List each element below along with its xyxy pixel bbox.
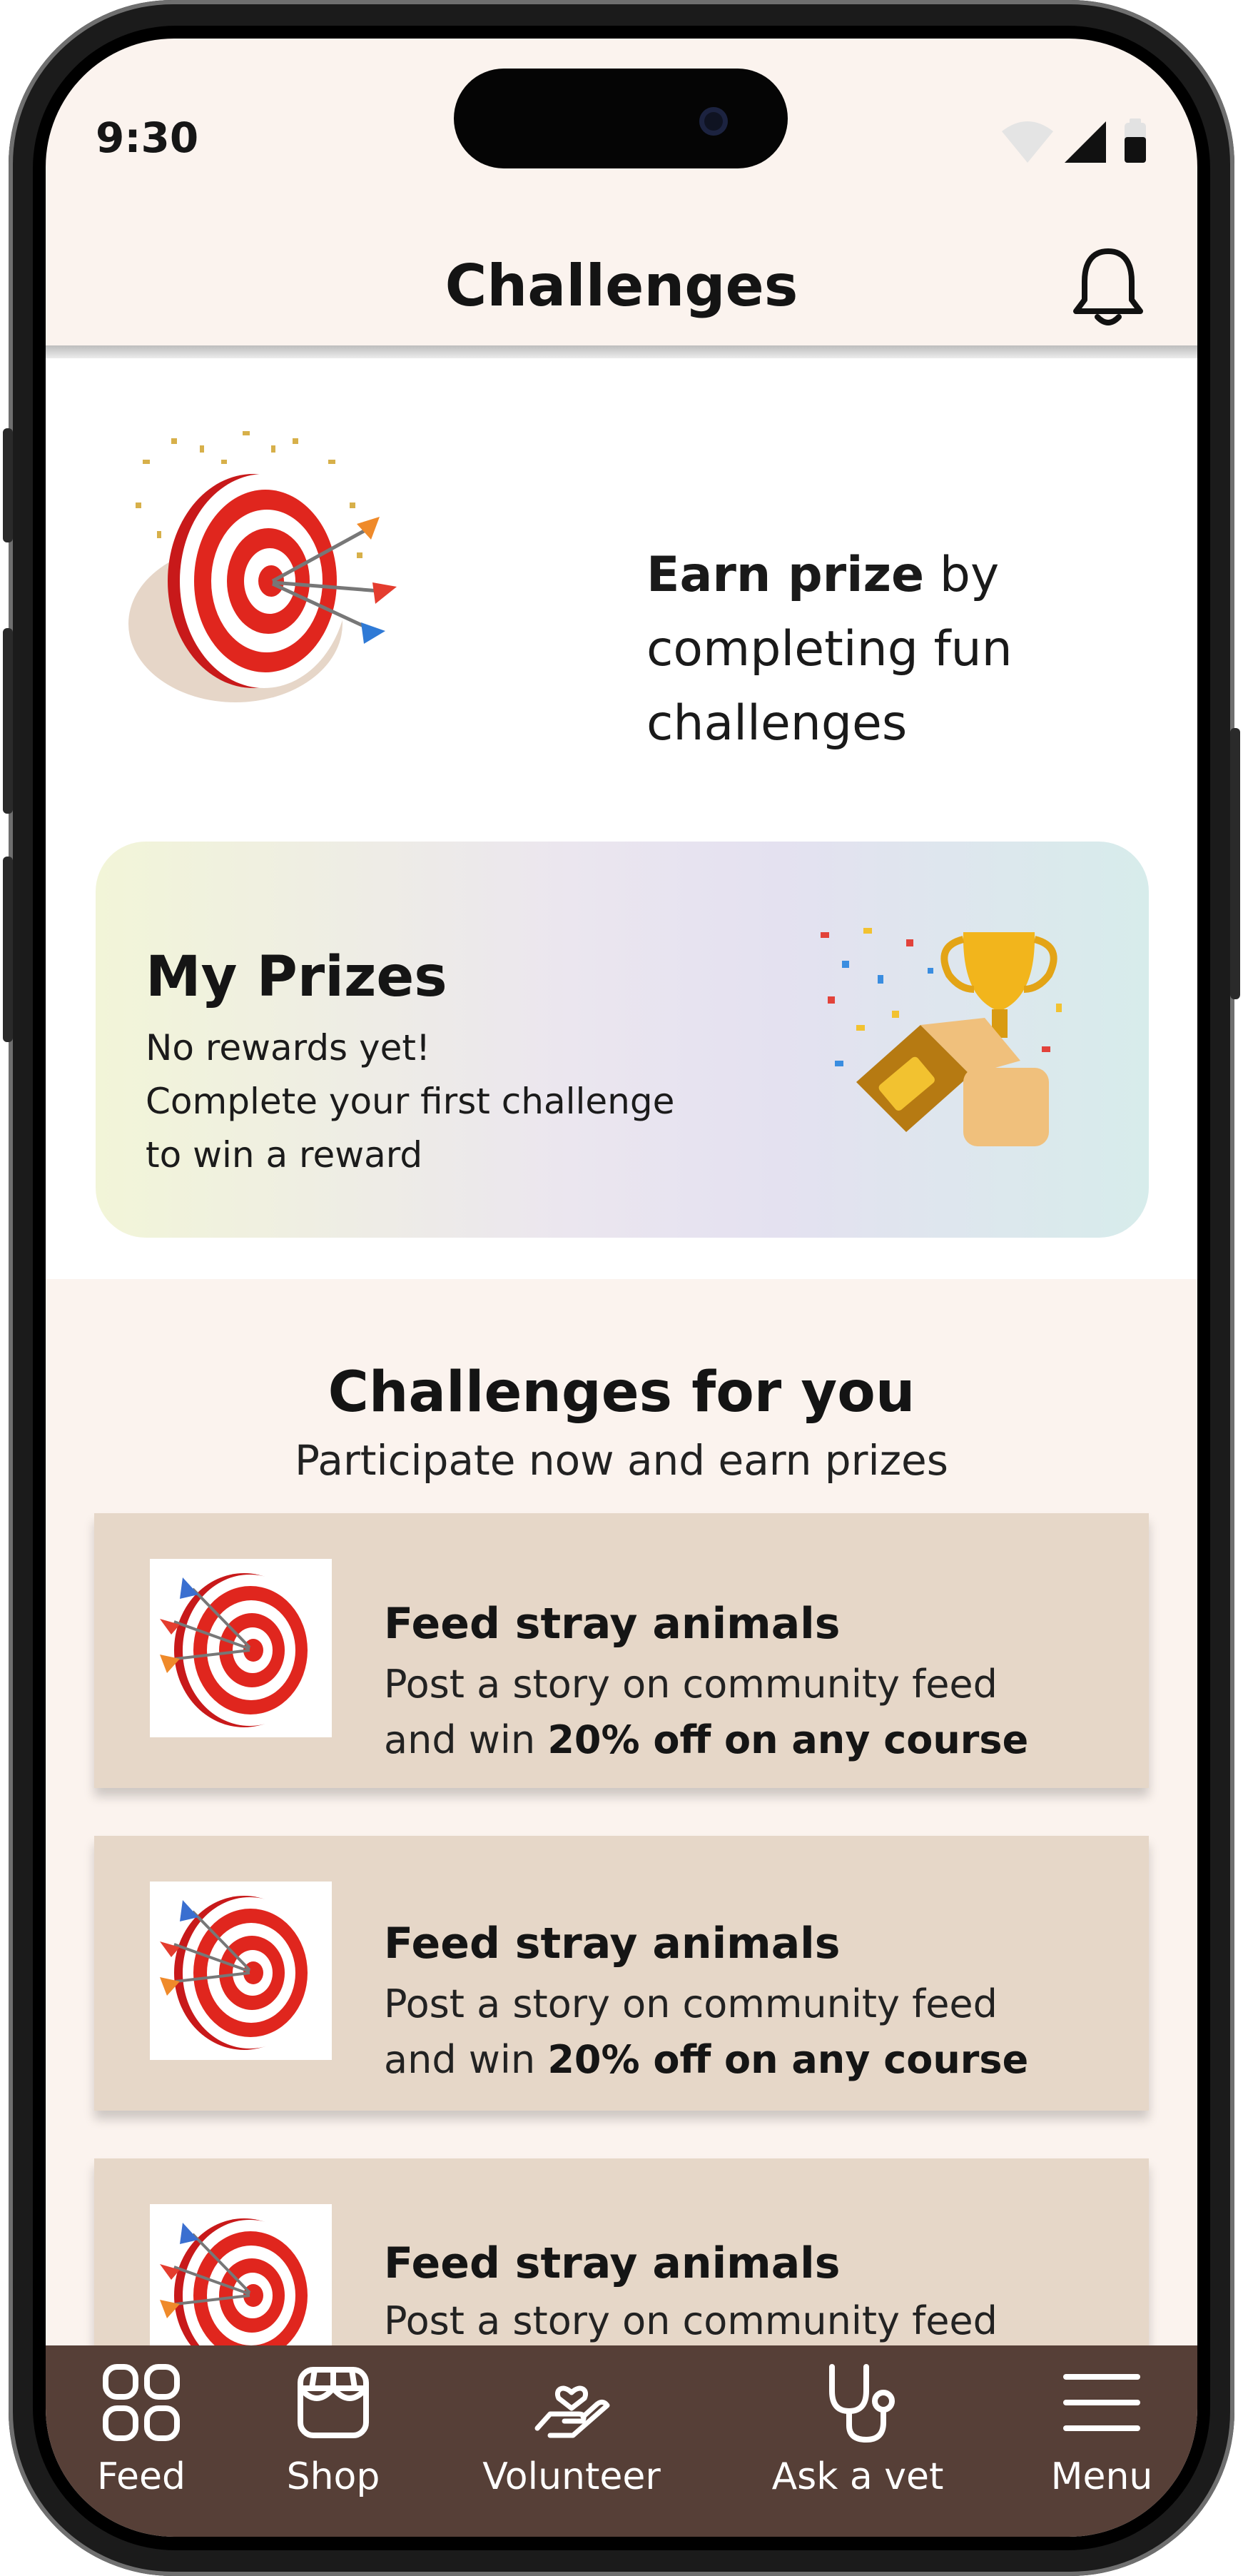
challenge-title: Feed stray animals [384,1599,841,1649]
hero-text: Earn prize by completing fun challenges [646,538,1160,761]
challenge-title: Feed stray animals [384,2238,841,2288]
challenge-thumb [150,1882,332,2060]
challenge-desc: Post a story on community feed [384,1662,998,1707]
hero-line2: completing fun [646,621,1013,677]
challenge-reward: and win 20% off on any course [384,2037,1029,2082]
nav-label: Menu [1050,2455,1153,2498]
challenges-section-title: Challenges for you [328,1360,915,1425]
target-illustration [128,431,397,702]
nav-label: Shop [286,2455,380,2498]
screen: 9:30 Challenges Earn prize by completing… [46,39,1197,2537]
nav-menu[interactable]: Menu [995,2360,1197,2537]
challenge-thumb [150,1559,332,1737]
nav-label: Volunteer [482,2455,661,2498]
challenge-reward: and win 20% off on any course [384,1717,1029,1762]
prizes-line-3: to win a reward [146,1134,423,1176]
power-button [1230,728,1240,999]
header-divider [46,345,1197,358]
trophy-icon [821,928,1062,1146]
hero-bold: Earn prize [646,547,925,603]
store-icon [298,2367,369,2438]
grid-icon [103,2364,180,2441]
stethoscope-icon [829,2364,895,2443]
nav-feed[interactable]: Feed [46,2360,248,2537]
challenge-desc: Post a story on community feed [384,2298,998,2343]
challenge-desc: Post a story on community feed [384,1981,998,2026]
challenges-section-subtitle: Participate now and earn prizes [295,1436,948,1485]
nav-label: Feed [96,2455,186,2498]
wifi-icon [1002,121,1053,163]
front-camera [699,107,728,136]
target-icon [160,1573,317,1727]
status-time: 9:30 [96,113,199,162]
menu-icon [1063,2374,1140,2431]
nav-ask-a-vet[interactable]: Ask a vet [751,2360,965,2537]
status-icons [1002,118,1146,163]
page-title: Challenges [445,253,798,319]
volume-up-button [3,628,13,814]
target-icon [160,1896,317,2050]
mute-switch [3,428,13,542]
signal-icon [1065,121,1106,163]
nav-shop[interactable]: Shop [226,2360,440,2537]
dynamic-island [454,69,788,168]
hero-line3: challenges [646,695,908,752]
my-prizes-title: My Prizes [146,945,447,1009]
nav-label: Ask a vet [771,2455,944,2498]
prizes-line-1: No rewards yet! [146,1027,430,1069]
heart-hand-icon [534,2385,610,2438]
prizes-line-2: Complete your first challenge [146,1081,675,1122]
hero-rest: by [924,547,1000,603]
volume-down-button [3,857,13,1042]
nav-volunteer[interactable]: Volunteer [465,2360,679,2537]
bell-icon[interactable] [1069,244,1147,330]
challenge-title: Feed stray animals [384,1919,841,1969]
